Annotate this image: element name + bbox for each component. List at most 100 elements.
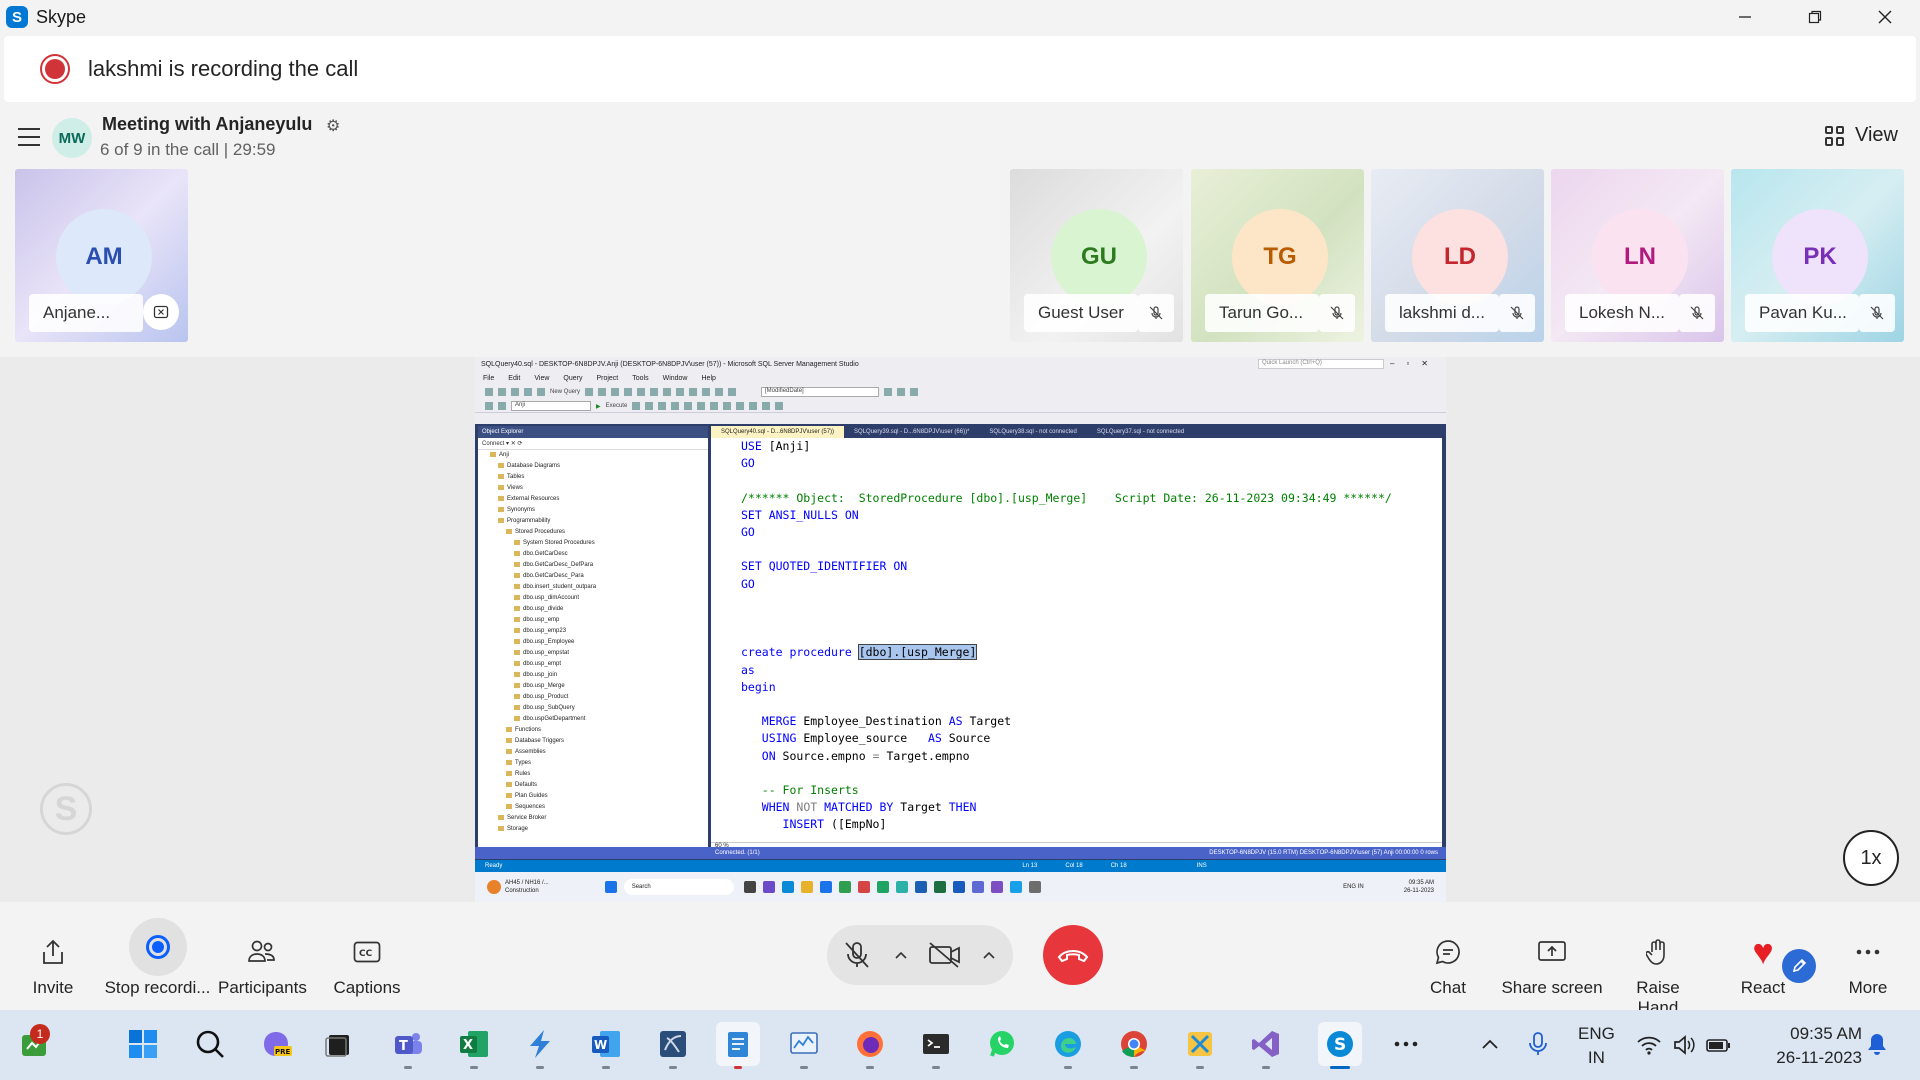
- chrome-icon: [1121, 1031, 1147, 1058]
- taskbar-clock[interactable]: 09:35 AM 26-11-2023: [1762, 1022, 1862, 1070]
- taskbar-app-terminal[interactable]: [914, 1022, 958, 1069]
- window-controls: [1710, 0, 1920, 34]
- tree-item[interactable]: Sequences: [486, 802, 708, 813]
- tree-item[interactable]: dbo.GetCarDesc_DefPara: [486, 560, 708, 571]
- tree-item[interactable]: Storage: [486, 824, 708, 835]
- tree-item[interactable]: External Resources: [486, 494, 708, 505]
- taskbar-app-word[interactable]: W: [584, 1022, 628, 1069]
- tree-item[interactable]: Plan Guides: [486, 791, 708, 802]
- taskbar-app-skype[interactable]: S: [1318, 1022, 1362, 1069]
- participant-tile[interactable]: PK Pavan Ku...: [1731, 169, 1904, 342]
- tree-item[interactable]: Defaults: [486, 780, 708, 791]
- participants-button[interactable]: Participants: [218, 932, 307, 998]
- taskbar-app-ssms[interactable]: [651, 1022, 695, 1069]
- tree-item[interactable]: dbo.usp_divide: [486, 604, 708, 615]
- participant-tile[interactable]: GU Guest User: [1010, 169, 1183, 342]
- tree-item[interactable]: dbo.uspGetDepartment: [486, 714, 708, 725]
- tree-item[interactable]: dbo.usp_Merge: [486, 681, 708, 692]
- captions-button[interactable]: CC Captions: [332, 932, 402, 998]
- gear-icon[interactable]: ⚙: [326, 116, 340, 136]
- input-language-indicator[interactable]: ENG IN: [1578, 1022, 1615, 1070]
- tree-item[interactable]: Views: [486, 483, 708, 494]
- minimize-button[interactable]: [1710, 0, 1780, 34]
- microphone-tray-button[interactable]: [1516, 1022, 1560, 1066]
- share-screen-button[interactable]: Share screen: [1500, 932, 1604, 998]
- meeting-avatar[interactable]: MW: [52, 118, 92, 158]
- notifications-bell-icon[interactable]: [1866, 1032, 1888, 1061]
- tree-item[interactable]: dbo.insert_student_outpara: [486, 582, 708, 593]
- tree-item[interactable]: dbo.usp_Employee: [486, 637, 708, 648]
- maximize-button[interactable]: [1780, 0, 1850, 34]
- close-button[interactable]: [1850, 0, 1920, 34]
- tree-item[interactable]: dbo.usp_join: [486, 670, 708, 681]
- tree-item[interactable]: Types: [486, 758, 708, 769]
- system-tray[interactable]: [1636, 1010, 1732, 1080]
- show-hidden-icons-button[interactable]: [1468, 1022, 1512, 1066]
- tree-item[interactable]: Rules: [486, 769, 708, 780]
- tree-item[interactable]: Stored Procedures: [486, 527, 708, 538]
- taskbar-app-excel[interactable]: X: [452, 1022, 496, 1069]
- taskbar-app-notepad[interactable]: [716, 1022, 760, 1069]
- video-toggle-button[interactable]: [915, 925, 975, 985]
- notification-badge: 1: [30, 1024, 50, 1044]
- taskbar-app-whatsapp[interactable]: [980, 1022, 1024, 1066]
- video-options-button[interactable]: [975, 925, 1003, 985]
- menu-icon[interactable]: [18, 128, 40, 152]
- start-button[interactable]: [121, 1022, 165, 1066]
- tree-item[interactable]: System Stored Procedures: [486, 538, 708, 549]
- tree-item[interactable]: Assemblies: [486, 747, 708, 758]
- tree-item[interactable]: Database Diagrams: [486, 461, 708, 472]
- taskbar-app-copilot[interactable]: PRE: [254, 1022, 298, 1066]
- recording-icon: [40, 54, 70, 84]
- taskbar-app-power-automate[interactable]: [518, 1022, 562, 1069]
- taskbar-app-performance-monitor[interactable]: [782, 1022, 826, 1069]
- search-button[interactable]: [188, 1022, 232, 1066]
- tree-item[interactable]: Anji: [486, 450, 708, 461]
- tree-item[interactable]: dbo.usp_dimAccount: [486, 593, 708, 604]
- more-button[interactable]: More: [1840, 932, 1896, 998]
- taskbar-app-edge[interactable]: [1046, 1022, 1090, 1069]
- tree-item[interactable]: dbo.usp_emp23: [486, 626, 708, 637]
- participant-tile[interactable]: LN Lokesh N...: [1551, 169, 1724, 342]
- taskbar-app-snipping-tool[interactable]: [1178, 1022, 1222, 1069]
- dismiss-icon[interactable]: [143, 294, 179, 330]
- chat-button[interactable]: Chat: [1418, 932, 1478, 998]
- tree-item[interactable]: Functions: [486, 725, 708, 736]
- tree-item[interactable]: dbo.usp_SubQuery: [486, 703, 708, 714]
- tree-item[interactable]: dbo.usp_empt: [486, 659, 708, 670]
- ssms-tabs: SQLQuery40.sql - D...6N8DPJV\user (57)) …: [711, 426, 1442, 438]
- invite-button[interactable]: Invite: [25, 932, 81, 998]
- playback-speed-button[interactable]: 1x: [1843, 830, 1899, 886]
- participant-tile[interactable]: LD lakshmi d...: [1371, 169, 1544, 342]
- participant-tile[interactable]: AM Anjane...: [15, 169, 188, 342]
- meeting-title[interactable]: Meeting with Anjaneyulu: [102, 114, 312, 135]
- mic-options-button[interactable]: [887, 925, 915, 985]
- tree-item[interactable]: Synonyms: [486, 505, 708, 516]
- view-button[interactable]: View: [1825, 124, 1898, 147]
- shared-screen[interactable]: SQLQuery40.sql - DESKTOP-6N8DPJV.Anji (D…: [475, 357, 1446, 902]
- stop-recording-button[interactable]: Stop recordi...: [100, 918, 215, 998]
- taskbar-app-firefox[interactable]: [848, 1022, 892, 1069]
- lightning-icon: [530, 1030, 550, 1058]
- tree-item[interactable]: dbo.usp_emp: [486, 615, 708, 626]
- pencil-icon[interactable]: [1782, 949, 1816, 983]
- taskbar-app-task-view[interactable]: [316, 1022, 360, 1066]
- raise-hand-button[interactable]: Raise Hand: [1614, 932, 1702, 1018]
- tree-item[interactable]: Service Broker: [486, 813, 708, 824]
- taskbar-app-teams[interactable]: T: [386, 1022, 430, 1069]
- tree-item[interactable]: Tables: [486, 472, 708, 483]
- tree-item[interactable]: dbo.GetCarDesc_Para: [486, 571, 708, 582]
- taskbar-app-chrome[interactable]: [1112, 1022, 1156, 1069]
- tree-item[interactable]: Database Triggers: [486, 736, 708, 747]
- tree-item[interactable]: Programmability: [486, 516, 708, 527]
- tree-item[interactable]: dbo.GetCarDesc: [486, 549, 708, 560]
- participant-name: Lokesh N...: [1565, 294, 1679, 332]
- taskbar-overflow-button[interactable]: [1384, 1022, 1428, 1066]
- tree-item[interactable]: dbo.usp_empstat: [486, 648, 708, 659]
- object-explorer: Object Explorer Connect ▾ ✕ ⟳ Anji Databa…: [478, 426, 708, 856]
- tree-item[interactable]: dbo.usp_Product: [486, 692, 708, 703]
- participant-tile[interactable]: TG Tarun Go...: [1191, 169, 1364, 342]
- mute-button[interactable]: [827, 925, 887, 985]
- end-call-button[interactable]: [1043, 925, 1103, 985]
- taskbar-app-visual-studio[interactable]: [1244, 1022, 1288, 1069]
